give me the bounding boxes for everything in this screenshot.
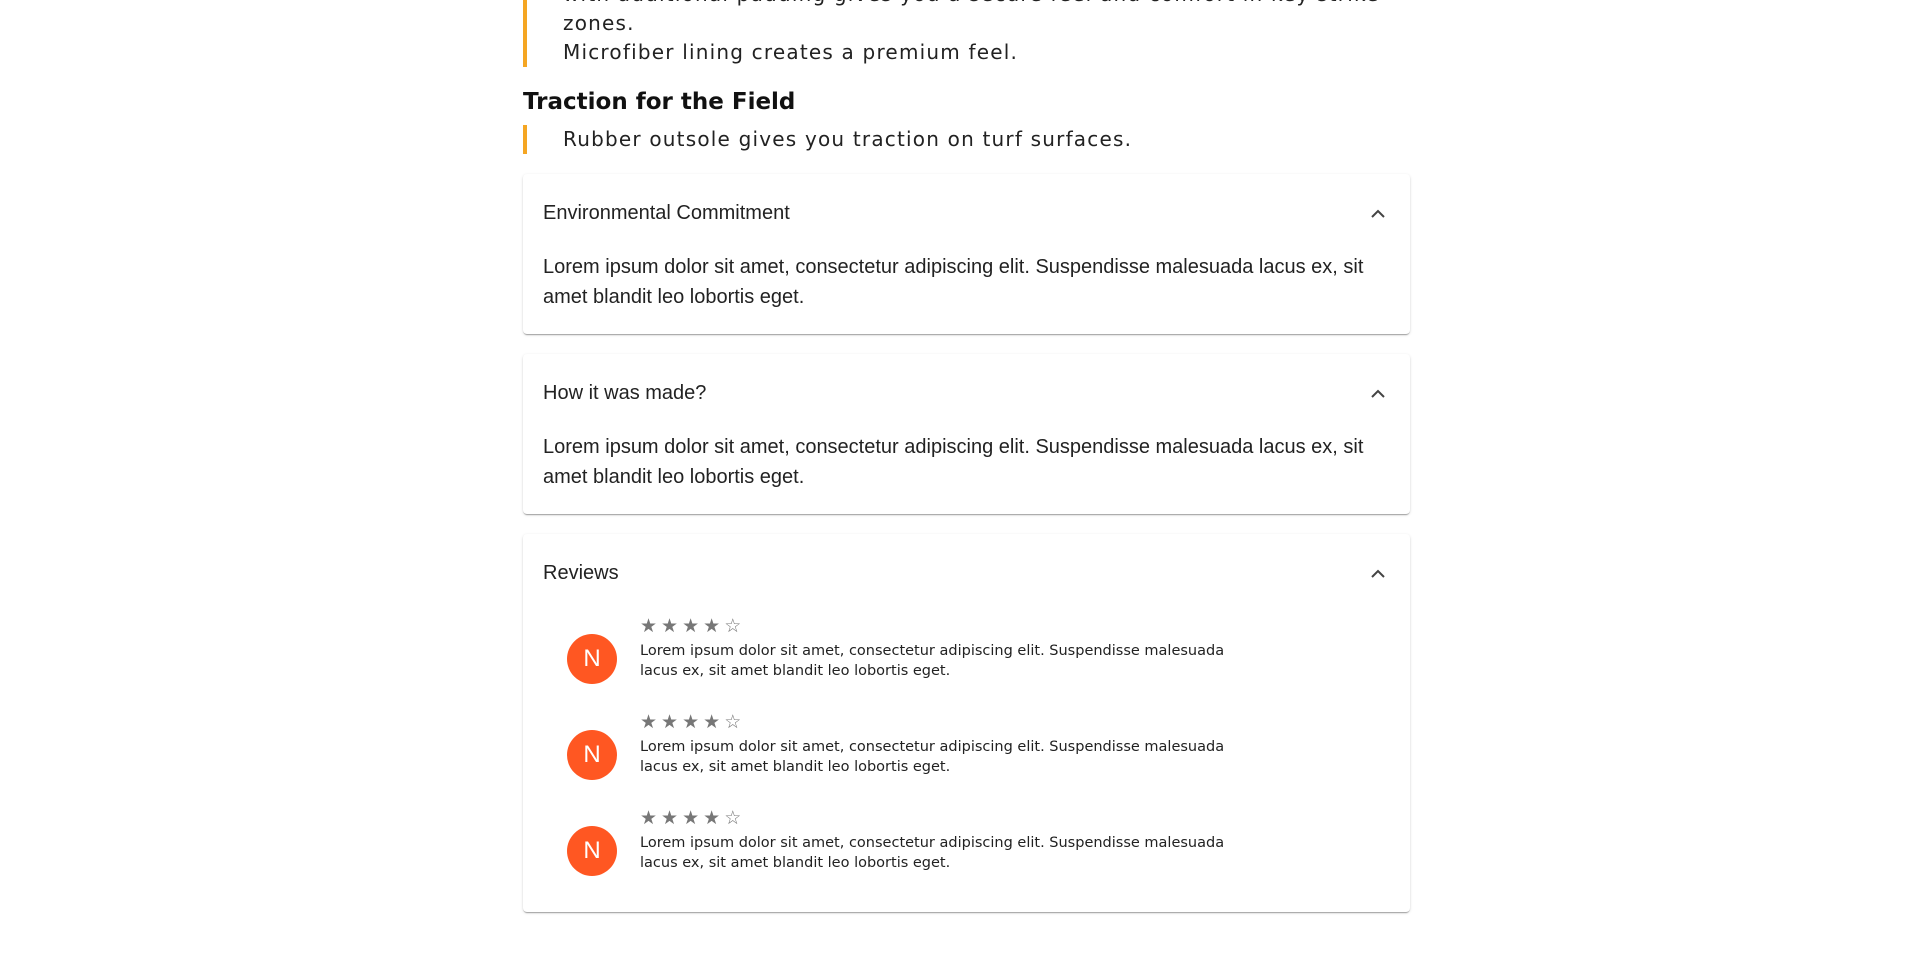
avatar: N [567,730,617,780]
review-text: Lorem ipsum dolor sit amet, consectetur … [640,739,1225,775]
star-icon: ★ [682,808,700,829]
accordion-reviews: Reviews N ★ ★ ★ ★ ☆ Lorem ipsum dolor si… [523,534,1410,912]
star-rating: ★ ★ ★ ★ ☆ [640,616,1240,638]
review-content: ★ ★ ★ ★ ☆ Lorem ipsum dolor sit amet, co… [640,616,1240,681]
accordion-title: Reviews [543,561,619,584]
star-icon: ★ [682,712,700,733]
feature-traction-title: Traction for the Field [523,89,796,115]
feature-padding-text-line2: Microfiber lining creates a premium feel… [563,40,1019,64]
accordion-header-environmental[interactable]: Environmental Commitment [523,174,1410,252]
star-icon: ★ [640,712,658,733]
review-list: N ★ ★ ★ ★ ☆ Lorem ipsum dolor sit amet, … [523,612,1410,912]
feature-padding-description: with additional padding gives you a secu… [523,0,1410,67]
accordion-how-it-was-made: How it was made? Lorem ipsum dolor sit a… [523,354,1410,514]
feature-traction-description: Rubber outsole gives you traction on tur… [523,125,1410,154]
review-content: ★ ★ ★ ★ ☆ Lorem ipsum dolor sit amet, co… [640,712,1240,777]
star-icon: ★ [703,712,721,733]
review-item: N ★ ★ ★ ★ ☆ Lorem ipsum dolor sit amet, … [543,794,1390,890]
star-rating: ★ ★ ★ ★ ☆ [640,808,1240,830]
star-icon: ★ [640,616,658,637]
feature-traction-text: Rubber outsole gives you traction on tur… [563,127,1133,151]
star-icon: ★ [682,616,700,637]
accordion-header-how-made[interactable]: How it was made? [523,354,1410,432]
chevron-up-icon[interactable] [1366,201,1390,225]
chevron-up-icon[interactable] [1366,561,1390,585]
accordion-body: Lorem ipsum dolor sit amet, consectetur … [543,436,1364,488]
star-outline-icon: ☆ [724,712,742,733]
star-icon: ★ [703,616,721,637]
star-icon: ★ [640,808,658,829]
review-content: ★ ★ ★ ★ ☆ Lorem ipsum dolor sit amet, co… [640,808,1240,873]
star-icon: ★ [661,616,679,637]
star-icon: ★ [661,712,679,733]
feature-padding-text-line1: with additional padding gives you a secu… [563,0,1378,35]
product-details: with additional padding gives you a secu… [523,0,1410,912]
accordion-title: How it was made? [543,381,707,404]
avatar: N [567,826,617,876]
chevron-up-icon[interactable] [1366,381,1390,405]
star-icon: ★ [661,808,679,829]
review-item: N ★ ★ ★ ★ ☆ Lorem ipsum dolor sit amet, … [543,698,1390,794]
star-outline-icon: ☆ [724,808,742,829]
review-text: Lorem ipsum dolor sit amet, consectetur … [640,643,1225,679]
accordion-header-reviews[interactable]: Reviews [523,534,1410,612]
star-icon: ★ [703,808,721,829]
review-text: Lorem ipsum dolor sit amet, consectetur … [640,835,1225,871]
accordion-title: Environmental Commitment [543,201,790,224]
review-item: N ★ ★ ★ ★ ☆ Lorem ipsum dolor sit amet, … [543,612,1390,698]
star-outline-icon: ☆ [724,616,742,637]
accordion-environmental-commitment: Environmental Commitment Lorem ipsum dol… [523,174,1410,334]
avatar: N [567,634,617,684]
accordion-body: Lorem ipsum dolor sit amet, consectetur … [543,256,1364,308]
star-rating: ★ ★ ★ ★ ☆ [640,712,1240,734]
